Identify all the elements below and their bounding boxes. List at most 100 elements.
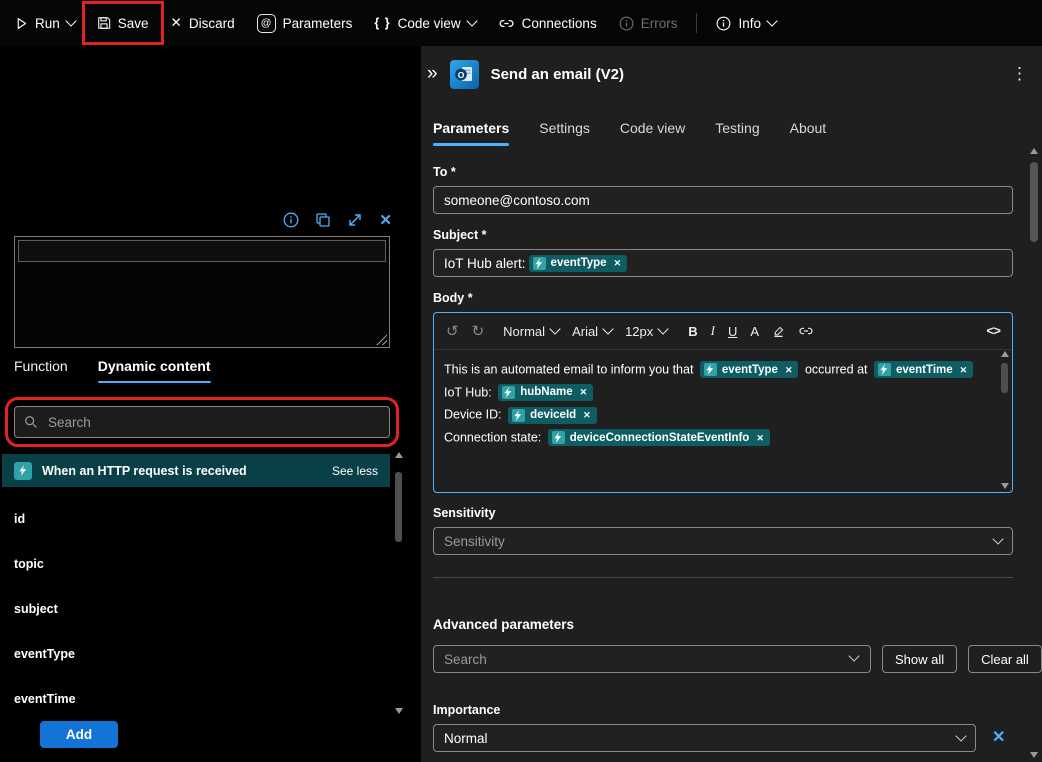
code-view-toggle[interactable]: <> bbox=[986, 324, 1000, 339]
more-options-icon[interactable]: ⋮ bbox=[1005, 64, 1034, 84]
scroll-down-icon[interactable] bbox=[1001, 483, 1009, 489]
parameters-button[interactable]: @ Parameters bbox=[246, 5, 364, 41]
bold-button[interactable]: B bbox=[688, 324, 697, 339]
expression-tabs: Function Dynamic content bbox=[14, 358, 211, 383]
expand-icon[interactable] bbox=[347, 212, 363, 228]
add-button[interactable]: Add bbox=[40, 721, 118, 748]
chevron-down-icon bbox=[602, 323, 613, 334]
insert-link-button[interactable] bbox=[798, 323, 814, 339]
token-remove-icon[interactable]: ✕ bbox=[583, 408, 591, 422]
scroll-down-icon[interactable] bbox=[1030, 752, 1038, 758]
font-dropdown[interactable]: Arial bbox=[572, 324, 612, 339]
see-less-link[interactable]: See less bbox=[332, 464, 378, 478]
advanced-parameters-row: Show all Clear all bbox=[433, 645, 1013, 673]
play-icon bbox=[15, 17, 28, 30]
parameters-label: Parameters bbox=[283, 16, 353, 31]
scroll-up-icon[interactable] bbox=[1030, 148, 1038, 154]
scrollbar-thumb[interactable] bbox=[395, 472, 402, 542]
info-label: Info bbox=[738, 16, 761, 31]
dynamic-content-item-id[interactable]: id bbox=[0, 496, 390, 541]
left-scrollbar[interactable] bbox=[393, 452, 404, 714]
scroll-down-icon[interactable] bbox=[395, 708, 403, 714]
scrollbar-thumb[interactable] bbox=[1001, 363, 1008, 393]
body-label: Body * bbox=[433, 291, 1013, 305]
collapse-panel-icon[interactable]: » bbox=[427, 64, 438, 83]
action-title: Send an email (V2) bbox=[491, 66, 624, 83]
tab-parameters[interactable]: Parameters bbox=[433, 120, 509, 146]
dynamic-content-item-subject[interactable]: subject bbox=[0, 586, 390, 631]
command-bar: Run Save ✕ Discard @ Parameters { } Code… bbox=[0, 0, 1042, 46]
copy-icon[interactable] bbox=[315, 212, 331, 228]
chevron-down-icon bbox=[992, 533, 1003, 544]
close-icon[interactable]: ✕ bbox=[379, 213, 392, 228]
token-remove-icon[interactable]: ✕ bbox=[580, 385, 588, 399]
dynamic-content-item-topic[interactable]: topic bbox=[0, 541, 390, 586]
panel-scrollbar[interactable] bbox=[1028, 148, 1040, 758]
code-view-button[interactable]: { } Code view bbox=[363, 5, 486, 41]
subject-input[interactable]: IoT Hub alert: eventType ✕ bbox=[433, 249, 1013, 277]
info-button[interactable]: Info bbox=[705, 5, 787, 41]
parameters-form: To * Subject * IoT Hub alert: eventType … bbox=[433, 165, 1013, 752]
chevron-down-icon bbox=[658, 323, 669, 334]
token-remove-icon[interactable]: ✕ bbox=[960, 363, 968, 377]
tab-about[interactable]: About bbox=[790, 120, 827, 146]
remove-parameter-icon[interactable]: ✕ bbox=[992, 730, 1005, 746]
scroll-up-icon[interactable] bbox=[1001, 351, 1009, 357]
connections-button[interactable]: Connections bbox=[487, 5, 608, 41]
token-remove-icon[interactable]: ✕ bbox=[756, 431, 764, 445]
save-button[interactable]: Save bbox=[86, 5, 160, 41]
action-tabs: Parameters Settings Code view Testing Ab… bbox=[433, 120, 826, 146]
dynamic-content-list: idtopicsubjecteventTypeeventTime bbox=[0, 487, 390, 721]
info-icon[interactable] bbox=[283, 212, 299, 228]
sensitivity-dropdown[interactable]: Sensitivity bbox=[433, 527, 1013, 555]
font-size-dropdown[interactable]: 12px bbox=[625, 324, 667, 339]
highlight-button[interactable] bbox=[772, 325, 785, 338]
token-pill-deviceId[interactable]: deviceId✕ bbox=[508, 407, 597, 424]
token-remove-icon[interactable]: ✕ bbox=[785, 363, 793, 377]
tab-settings[interactable]: Settings bbox=[539, 120, 590, 146]
trigger-group-header[interactable]: When an HTTP request is received See les… bbox=[2, 454, 390, 487]
editor-scrollbar[interactable] bbox=[999, 351, 1010, 489]
token-pill-deviceConnectionStateEventInfo[interactable]: deviceConnectionStateEventInfo✕ bbox=[548, 429, 770, 446]
run-button[interactable]: Run bbox=[4, 5, 86, 41]
editor-toolbar: ↺ ↻ Normal Arial 12px B I U bbox=[434, 313, 1012, 350]
to-input[interactable] bbox=[433, 186, 1013, 214]
body-line: Device ID: deviceId✕ bbox=[444, 403, 986, 426]
chevron-down-icon bbox=[549, 323, 560, 334]
tab-code-view[interactable]: Code view bbox=[620, 120, 685, 146]
search-input[interactable] bbox=[46, 414, 380, 431]
token-pill-eventTime[interactable]: eventTime✕ bbox=[874, 361, 973, 378]
expression-input[interactable] bbox=[18, 240, 386, 262]
body-line: This is an automated email to inform you… bbox=[444, 358, 986, 381]
font-color-button[interactable]: A bbox=[750, 324, 759, 339]
chevron-down-icon bbox=[955, 730, 966, 741]
dynamic-content-item-eventType[interactable]: eventType bbox=[0, 631, 390, 676]
token-pill-eventType[interactable]: eventType✕ bbox=[700, 361, 799, 378]
dynamic-content-item-eventTime[interactable]: eventTime bbox=[0, 676, 390, 721]
tab-dynamic-content[interactable]: Dynamic content bbox=[98, 358, 211, 383]
discard-button[interactable]: ✕ Discard bbox=[160, 5, 246, 41]
connections-label: Connections bbox=[522, 16, 597, 31]
info-icon bbox=[716, 16, 731, 31]
undo-icon: ↺ bbox=[446, 324, 459, 339]
italic-button[interactable]: I bbox=[711, 323, 715, 339]
token-pill-hubName[interactable]: hubName✕ bbox=[498, 384, 593, 401]
discard-label: Discard bbox=[189, 16, 235, 31]
show-all-button[interactable]: Show all bbox=[882, 645, 957, 673]
token-pill-eventType[interactable]: eventType ✕ bbox=[529, 255, 628, 272]
tab-function[interactable]: Function bbox=[14, 358, 68, 383]
errors-button: Errors bbox=[608, 5, 689, 41]
style-dropdown[interactable]: Normal bbox=[503, 324, 559, 339]
advanced-search-input[interactable] bbox=[433, 645, 871, 673]
expression-editor[interactable] bbox=[14, 236, 390, 348]
dynamic-content-search bbox=[14, 406, 390, 438]
subject-text: IoT Hub alert: bbox=[444, 256, 526, 271]
body-rich-text-editor[interactable]: ↺ ↻ Normal Arial 12px B I U bbox=[433, 312, 1013, 493]
scrollbar-thumb[interactable] bbox=[1030, 162, 1038, 242]
body-content[interactable]: This is an automated email to inform you… bbox=[434, 350, 1012, 457]
token-remove-icon[interactable]: ✕ bbox=[614, 256, 622, 270]
underline-button[interactable]: U bbox=[728, 324, 737, 339]
importance-dropdown[interactable]: Normal bbox=[433, 724, 976, 752]
tab-testing[interactable]: Testing bbox=[715, 120, 759, 146]
scroll-up-icon[interactable] bbox=[395, 452, 403, 458]
